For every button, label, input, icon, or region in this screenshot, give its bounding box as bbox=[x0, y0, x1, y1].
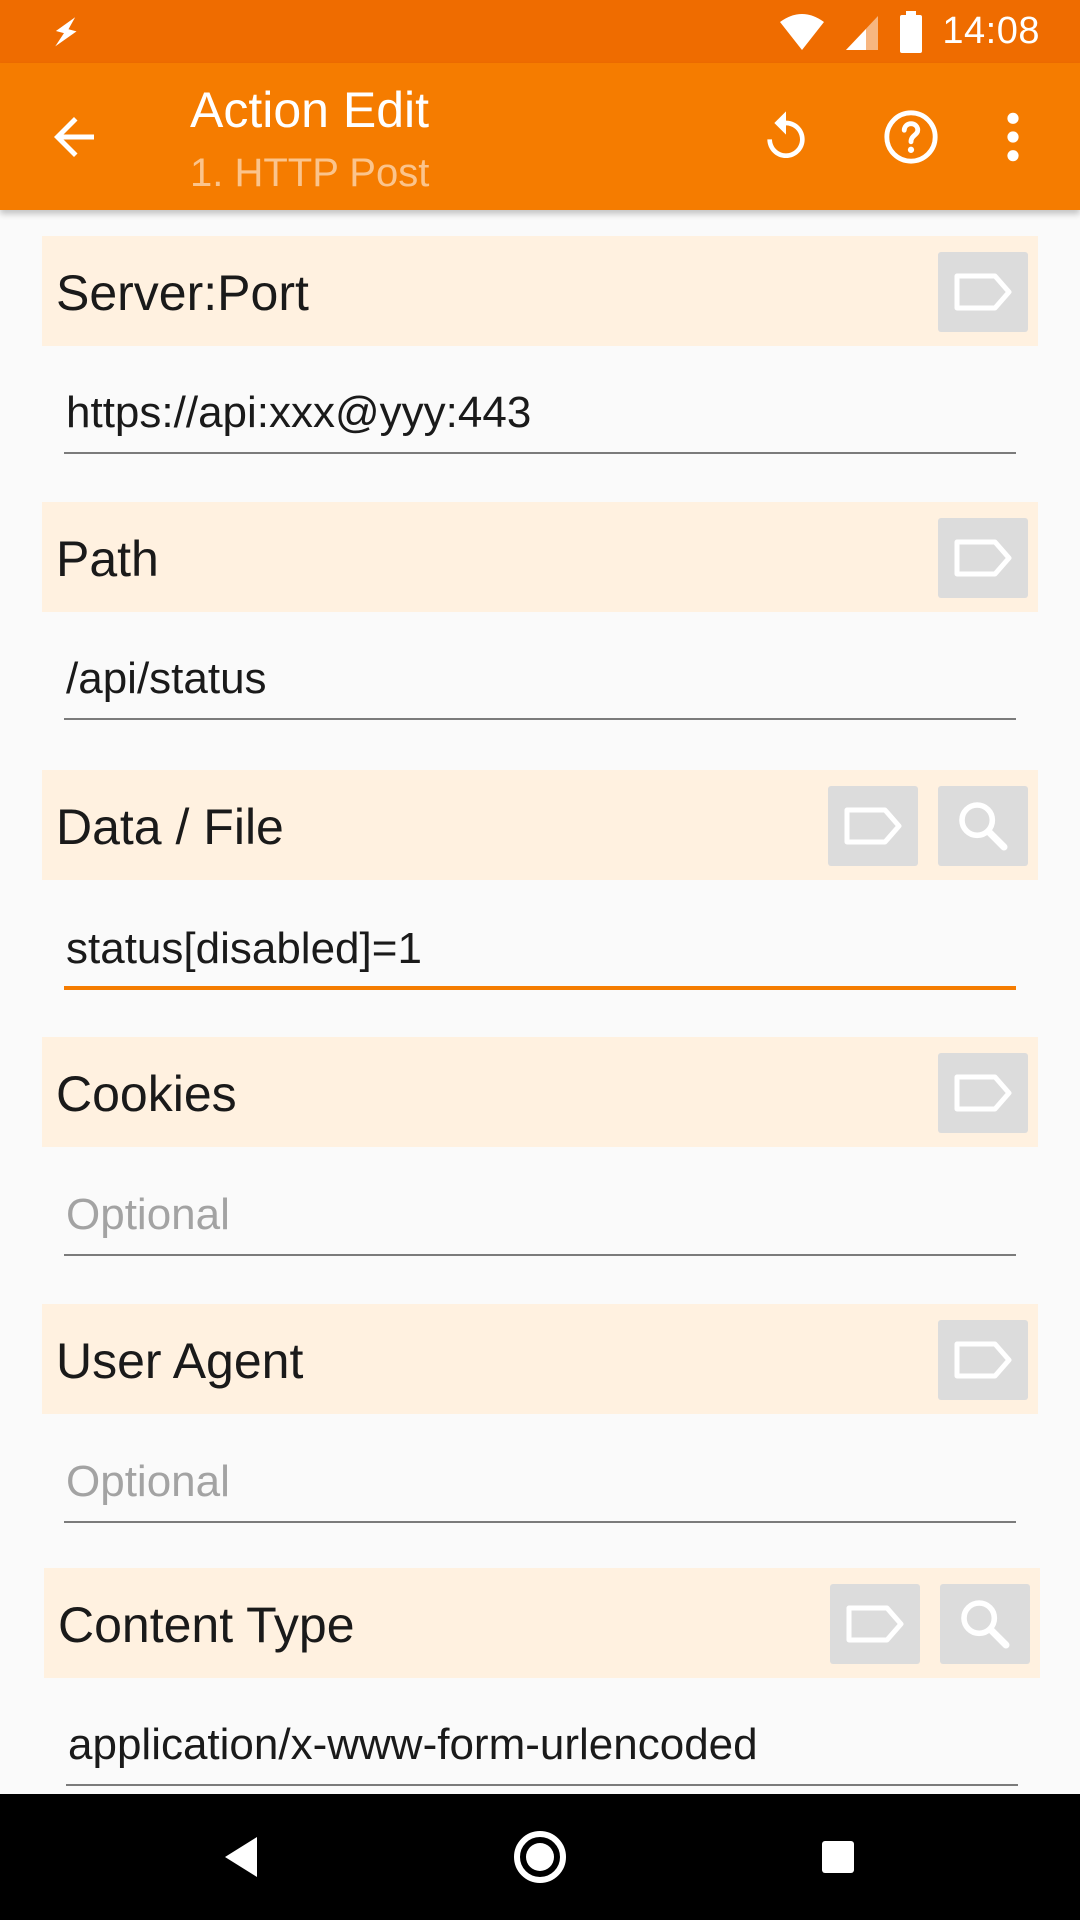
input-placeholder: Optional bbox=[66, 1457, 230, 1506]
section-label: Path bbox=[56, 531, 159, 587]
toolbar-title: Action Edit bbox=[190, 82, 430, 138]
action-edit-form: Server:Port https://api:xxx@yyy:443 Path… bbox=[0, 210, 1080, 1794]
status-icons: 14:08 bbox=[778, 0, 1040, 63]
input-placeholder: Optional bbox=[66, 1190, 230, 1239]
home-circle-icon bbox=[514, 1831, 566, 1883]
input-value: /api/status bbox=[66, 654, 267, 703]
tag-icon bbox=[954, 273, 1012, 311]
overflow-menu-button[interactable] bbox=[988, 103, 1038, 171]
path-input[interactable]: /api/status bbox=[64, 640, 1016, 720]
help-button[interactable] bbox=[877, 103, 945, 171]
variable-tag-button[interactable] bbox=[938, 518, 1028, 598]
input-value: https://api:xxx@yyy:443 bbox=[66, 388, 532, 437]
search-icon bbox=[961, 1600, 1010, 1649]
variable-tag-button[interactable] bbox=[938, 1320, 1028, 1400]
variable-tag-button[interactable] bbox=[938, 252, 1028, 332]
tag-icon bbox=[846, 1605, 904, 1643]
nav-back-button[interactable] bbox=[206, 1822, 276, 1892]
undo-button[interactable] bbox=[752, 103, 820, 171]
server-port-input[interactable]: https://api:xxx@yyy:443 bbox=[64, 374, 1016, 454]
content-type-input[interactable]: application/x-www-form-urlencoded bbox=[66, 1706, 1018, 1786]
user-agent-input[interactable]: Optional bbox=[64, 1443, 1016, 1523]
wifi-icon bbox=[780, 13, 825, 50]
variable-tag-button[interactable] bbox=[830, 1584, 920, 1664]
arrow-back-icon bbox=[54, 117, 94, 157]
section-header-user-agent: User Agent bbox=[42, 1304, 1038, 1414]
cookies-input[interactable]: Optional bbox=[64, 1176, 1016, 1256]
section-label: User Agent bbox=[56, 1333, 304, 1389]
status-bar: 14:08 bbox=[0, 0, 1080, 63]
tag-icon bbox=[954, 1341, 1012, 1379]
section-header-cookies: Cookies bbox=[42, 1037, 1038, 1147]
battery-icon bbox=[900, 10, 923, 53]
back-triangle-icon bbox=[225, 1837, 257, 1877]
input-value: application/x-www-form-urlencoded bbox=[68, 1720, 758, 1769]
content-type-search-button[interactable] bbox=[940, 1584, 1030, 1664]
section-header-data-file: Data / File bbox=[42, 770, 1038, 880]
recents-square-icon bbox=[822, 1841, 854, 1873]
navigation-bar bbox=[0, 1794, 1080, 1920]
section-header-server-port: Server:Port bbox=[42, 236, 1038, 346]
tag-icon bbox=[954, 1074, 1012, 1112]
nav-home-button[interactable] bbox=[505, 1822, 575, 1892]
section-header-content-type: Content Type bbox=[44, 1568, 1040, 1678]
file-search-button[interactable] bbox=[938, 786, 1028, 866]
section-header-path: Path bbox=[42, 502, 1038, 612]
variable-tag-button[interactable] bbox=[938, 1053, 1028, 1133]
status-time: 14:08 bbox=[942, 10, 1040, 52]
section-label: Cookies bbox=[56, 1066, 237, 1122]
flash-icon bbox=[55, 17, 77, 47]
overflow-menu-icon bbox=[1007, 112, 1019, 162]
toolbar: Action Edit 1. HTTP Post bbox=[0, 63, 1080, 210]
tag-icon bbox=[954, 539, 1012, 577]
input-value: status[disabled]=1 bbox=[66, 924, 422, 973]
data-file-input[interactable]: status[disabled]=1 bbox=[64, 910, 1016, 990]
undo-icon bbox=[767, 111, 805, 158]
section-label: Server:Port bbox=[56, 265, 309, 321]
toolbar-subtitle: 1. HTTP Post bbox=[190, 151, 430, 195]
nav-recents-button[interactable] bbox=[803, 1822, 873, 1892]
help-icon bbox=[884, 110, 938, 164]
section-label: Content Type bbox=[58, 1597, 355, 1653]
variable-tag-button[interactable] bbox=[828, 786, 918, 866]
section-label: Data / File bbox=[56, 799, 284, 855]
search-icon bbox=[959, 802, 1008, 851]
tag-icon bbox=[844, 807, 902, 845]
signal-icon bbox=[846, 15, 879, 50]
back-button[interactable] bbox=[44, 107, 104, 167]
